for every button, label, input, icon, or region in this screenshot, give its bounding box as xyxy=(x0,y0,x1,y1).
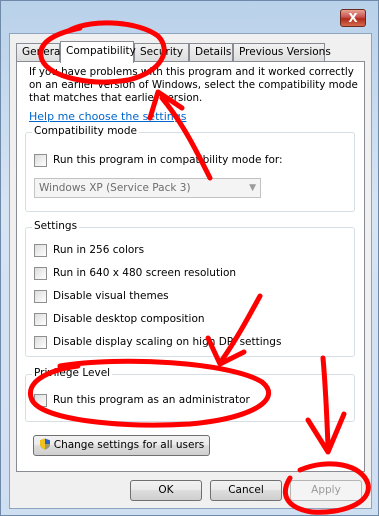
compat-mode-selected: Windows XP (Service Pack 3) xyxy=(39,182,191,194)
run-as-admin-row[interactable]: Run this program as an administrator xyxy=(34,393,250,407)
compat-mode-checkbox[interactable] xyxy=(34,153,47,167)
setting-checkbox[interactable] xyxy=(34,335,47,349)
settings-group: Settings Run in 256 colors Run in 640 x … xyxy=(25,220,355,357)
uac-shield-icon xyxy=(39,438,50,450)
setting-row-dpi-scaling[interactable]: Disable display scaling on high DPI sett… xyxy=(34,335,281,349)
change-all-users-button[interactable]: Change settings for all users xyxy=(33,435,210,456)
tab-compatibility[interactable]: Compatibility xyxy=(60,41,136,63)
tab-general[interactable]: General xyxy=(16,43,63,62)
chevron-down-icon: ▼ xyxy=(249,183,256,193)
intro-text: If you have problems with this program a… xyxy=(29,66,358,104)
run-as-admin-checkbox[interactable] xyxy=(34,393,47,407)
cancel-button[interactable]: Cancel xyxy=(210,480,282,501)
setting-checkbox[interactable] xyxy=(34,289,47,303)
setting-row-640x480[interactable]: Run in 640 x 480 screen resolution xyxy=(34,266,236,280)
setting-checkbox[interactable] xyxy=(34,243,47,257)
compat-mode-label: Run this program in compatibility mode f… xyxy=(53,154,283,166)
setting-checkbox[interactable] xyxy=(34,266,47,280)
setting-row-256-colors[interactable]: Run in 256 colors xyxy=(34,243,144,257)
help-link[interactable]: Help me choose the settings xyxy=(29,110,186,123)
setting-label: Disable display scaling on high DPI sett… xyxy=(53,336,282,348)
setting-label: Run in 640 x 480 screen resolution xyxy=(53,267,237,279)
compat-mode-row[interactable]: Run this program in compatibility mode f… xyxy=(34,153,283,167)
tab-details[interactable]: Details xyxy=(189,43,233,62)
properties-window: X General Compatibility Security Details… xyxy=(0,0,379,516)
change-all-users-label: Change settings for all users xyxy=(53,439,205,451)
ok-button[interactable]: OK xyxy=(130,480,202,501)
tab-previous-versions[interactable]: Previous Versions xyxy=(233,43,331,62)
privilege-title: Privilege Level xyxy=(32,367,113,379)
title-bar: X xyxy=(1,1,378,35)
setting-label: Disable desktop composition xyxy=(53,313,205,325)
compatibility-tab-page: If you have problems with this program a… xyxy=(16,61,365,472)
run-as-admin-label: Run this program as an administrator xyxy=(53,394,250,406)
dialog-client: General Compatibility Security Details P… xyxy=(9,33,372,509)
apply-button[interactable]: Apply xyxy=(290,480,362,501)
close-button[interactable]: X xyxy=(340,9,366,27)
setting-row-desktop-composition[interactable]: Disable desktop composition xyxy=(34,312,205,326)
compat-mode-title: Compatibility mode xyxy=(32,125,139,137)
setting-checkbox[interactable] xyxy=(34,312,47,326)
compat-mode-select[interactable]: Windows XP (Service Pack 3) ▼ xyxy=(34,178,261,198)
tab-security[interactable]: Security xyxy=(134,43,189,62)
setting-label: Run in 256 colors xyxy=(53,244,145,256)
privilege-group: Privilege Level Run this program as an a… xyxy=(25,367,355,422)
compat-mode-group: Compatibility mode Run this program in c… xyxy=(25,125,355,212)
settings-title: Settings xyxy=(32,220,80,232)
setting-label: Disable visual themes xyxy=(53,290,169,302)
setting-row-visual-themes[interactable]: Disable visual themes xyxy=(34,289,169,303)
